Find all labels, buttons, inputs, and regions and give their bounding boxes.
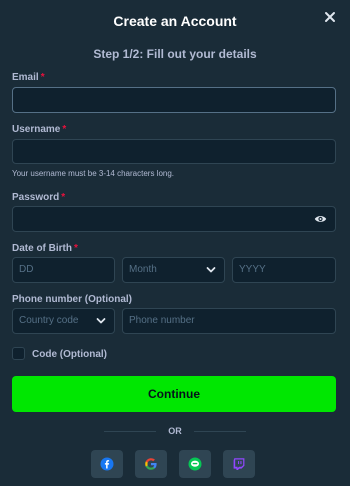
required-mark: * xyxy=(74,243,78,254)
username-hint: Your username must be 3-14 characters lo… xyxy=(12,169,175,178)
phone-label-text: Phone number (Optional) xyxy=(12,294,132,305)
password-label: Password * xyxy=(12,192,65,203)
username-label: Username * xyxy=(12,124,66,135)
facebook-login-button[interactable] xyxy=(91,450,123,478)
password-field[interactable] xyxy=(12,206,336,232)
dob-label: Date of Birth * xyxy=(12,243,78,254)
country-code-placeholder: Country code xyxy=(19,315,79,326)
step-indicator: Step 1/2: Fill out your details xyxy=(93,47,257,61)
phone-label: Phone number (Optional) xyxy=(12,294,132,305)
username-field[interactable] xyxy=(12,139,336,164)
dob-month-select[interactable]: Month xyxy=(122,257,225,283)
email-label-text: Email xyxy=(12,72,39,83)
phone-number-field[interactable]: Phone number xyxy=(122,308,336,334)
required-mark: * xyxy=(61,192,66,203)
email-field[interactable] xyxy=(12,87,336,113)
code-checkbox[interactable] xyxy=(12,347,25,360)
google-login-button[interactable] xyxy=(135,450,167,478)
google-icon xyxy=(145,458,157,470)
line-login-button[interactable] xyxy=(179,450,211,478)
divider-right xyxy=(194,431,246,432)
or-separator: OR xyxy=(168,426,182,436)
required-mark: * xyxy=(62,124,67,135)
dob-day-placeholder: DD xyxy=(19,264,34,275)
code-label[interactable]: Code (Optional) xyxy=(32,349,107,360)
facebook-icon xyxy=(100,457,114,471)
modal-title: Create an Account xyxy=(113,13,237,29)
email-label: Email * xyxy=(12,72,45,83)
dob-year-field[interactable]: YYYY xyxy=(232,257,336,283)
eye-icon[interactable] xyxy=(314,214,327,224)
username-label-text: Username xyxy=(12,124,61,135)
line-icon xyxy=(188,457,202,471)
chevron-down-icon xyxy=(206,267,216,273)
twitch-login-button[interactable] xyxy=(223,450,255,478)
password-label-text: Password xyxy=(12,192,60,203)
continue-button[interactable]: Continue xyxy=(12,376,336,412)
twitch-icon xyxy=(233,458,245,470)
dob-year-placeholder: YYYY xyxy=(239,264,266,275)
dob-label-text: Date of Birth xyxy=(12,243,72,254)
close-icon[interactable] xyxy=(322,9,338,25)
dob-day-field[interactable]: DD xyxy=(12,257,115,283)
country-code-select[interactable]: Country code xyxy=(12,308,115,334)
required-mark: * xyxy=(40,72,45,83)
phone-number-placeholder: Phone number xyxy=(129,315,195,326)
chevron-down-icon xyxy=(96,318,106,324)
dob-month-placeholder: Month xyxy=(129,264,157,275)
create-account-modal: Create an Account Step 1/2: Fill out you… xyxy=(0,0,350,486)
